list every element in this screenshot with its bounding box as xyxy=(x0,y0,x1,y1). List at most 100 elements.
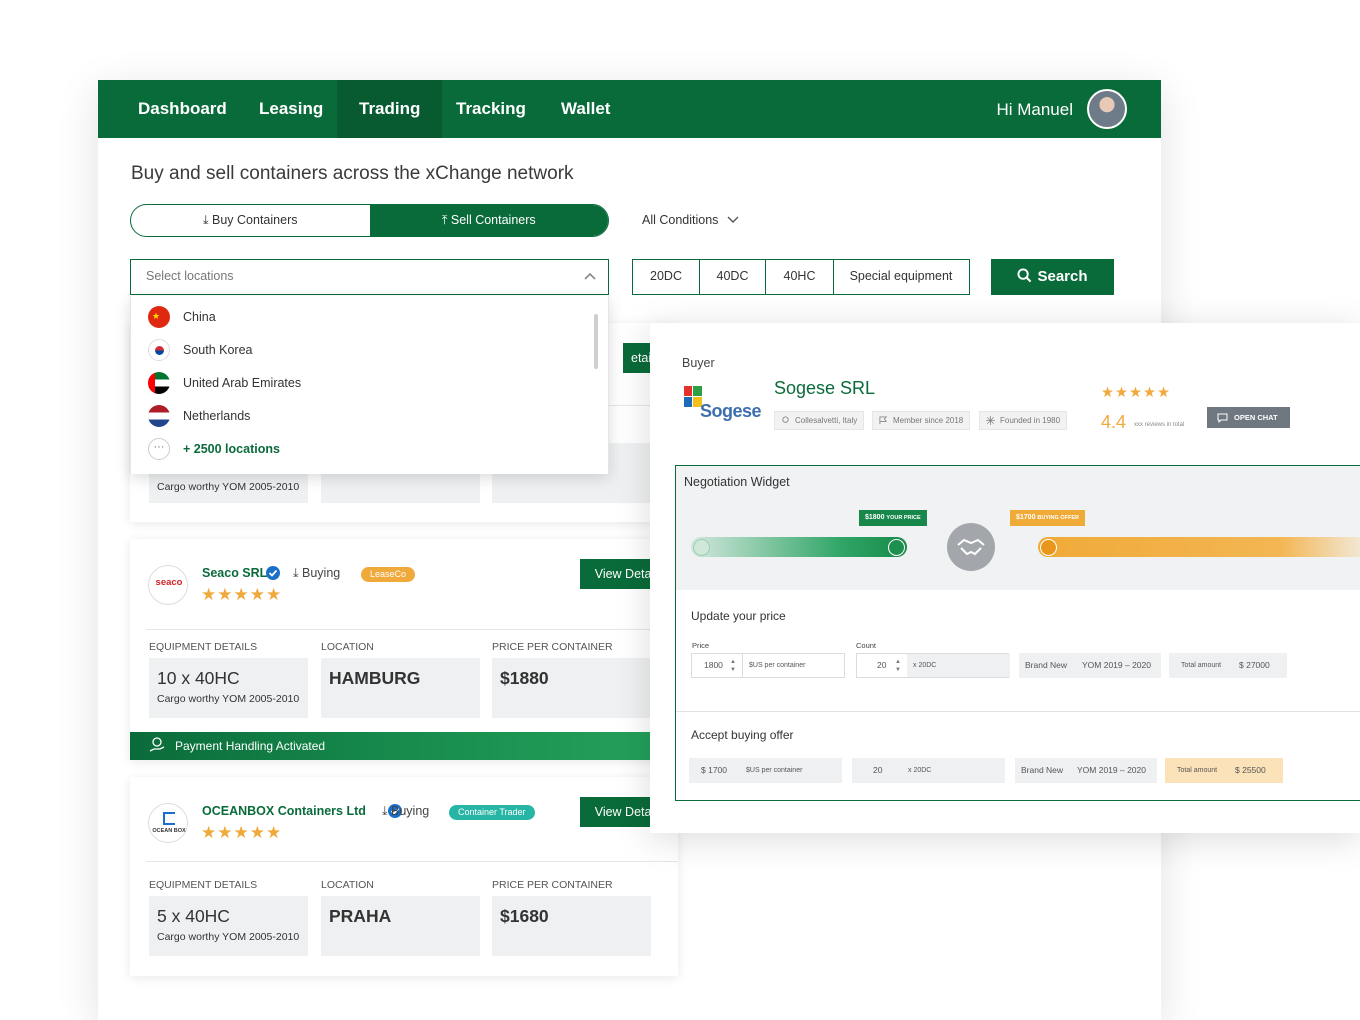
nav-wallet[interactable]: Wallet xyxy=(539,80,632,138)
offer-count-unit: x 20DC xyxy=(908,767,932,774)
offer-condition-value: Brand New xyxy=(1021,765,1064,775)
location-label: South Korea xyxy=(183,343,253,357)
conditions-dropdown[interactable]: All Conditions xyxy=(642,213,739,227)
offer-total-amount-field: Total amount $ 25500 xyxy=(1165,758,1283,783)
rating-stars: ★★★★★ xyxy=(201,823,283,842)
filter-40dc[interactable]: 40DC xyxy=(700,260,766,294)
offer-price-value: $1700 xyxy=(1016,514,1036,521)
hand-money-icon xyxy=(149,737,165,752)
equipment-subtext: Cargo worthy YOM 2005-2010 xyxy=(157,481,300,493)
filter-special-equipment[interactable]: Special equipment xyxy=(834,260,968,294)
your-price-handle[interactable] xyxy=(888,538,905,556)
china-flag-icon: ★ xyxy=(148,306,170,328)
handshake-icon xyxy=(947,523,995,571)
location-label: China xyxy=(183,310,216,324)
nav-leasing[interactable]: Leasing xyxy=(237,80,345,138)
upload-icon: ⤒ xyxy=(441,213,448,227)
price-input-value: 1800 xyxy=(704,660,723,670)
south-korea-flag-icon xyxy=(148,339,170,361)
count-input-value: 20 xyxy=(877,660,887,670)
total-amount-label: Total amount xyxy=(1181,662,1222,669)
download-icon: ⤓ xyxy=(382,804,388,818)
offer-price-field-value: $ 1700 xyxy=(701,765,727,775)
field-divider xyxy=(742,654,743,677)
more-locations-label: + 2500 locations xyxy=(183,442,280,456)
update-price-heading: Update your price xyxy=(691,609,786,623)
price-value: $1680 xyxy=(500,906,549,926)
equipment-details-box: 5 x 40HC Cargo worthy YOM 2005-2010 xyxy=(149,896,308,956)
top-navigation: Dashboard Leasing Trading Tracking Walle… xyxy=(98,80,1161,138)
nav-trading[interactable]: Trading xyxy=(337,80,443,138)
page-title: Buy and sell containers across the xChan… xyxy=(131,163,574,184)
price-stepper-icon[interactable]: ▲ ▼ xyxy=(730,654,736,674)
nav-tracking[interactable]: Tracking xyxy=(434,80,548,138)
uae-flag-icon xyxy=(148,372,170,394)
location-label: United Arab Emirates xyxy=(183,376,302,390)
sogese-logo: Sogese xyxy=(684,386,762,428)
open-chat-label: OPEN CHAT xyxy=(1234,413,1278,422)
price-input[interactable]: 1800 ▲ ▼ $US per container xyxy=(691,653,845,678)
sell-containers-tab[interactable]: ⤒ Sell Containers xyxy=(369,205,608,236)
chat-icon xyxy=(1217,413,1228,423)
your-price-tag: $1800 YOUR PRICE xyxy=(859,510,927,526)
location-box: HAMBURG xyxy=(321,658,480,718)
location-select[interactable]: Select locations xyxy=(130,259,609,295)
buying-offer-slider xyxy=(1038,537,1360,557)
price-unit: $US per container xyxy=(749,662,806,669)
offer-price-field: $ 1700 $US per container xyxy=(689,758,842,783)
your-price-value: $1800 xyxy=(865,514,885,521)
negotiation-widget: Negotiation Widget $1800 YOUR PRICE $170… xyxy=(675,465,1360,801)
price-header: PRICE PER CONTAINER xyxy=(492,641,613,653)
rating-stars: ★★★★★ xyxy=(201,585,283,604)
offer-total-label: Total amount xyxy=(1177,767,1218,774)
equipment-filter: 20DC 40DC 40HC Special equipment xyxy=(632,259,970,295)
flag-icon xyxy=(879,416,888,425)
dropdown-scrollbar[interactable] xyxy=(594,314,598,369)
buy-containers-tab[interactable]: ⤓ Buy Containers xyxy=(131,205,370,236)
slider-start-handle[interactable] xyxy=(693,538,710,556)
negotiation-widget-title: Negotiation Widget xyxy=(684,475,790,489)
total-amount-field: Total amount $ 27000 xyxy=(1169,653,1287,678)
more-icon: ··· xyxy=(148,438,170,460)
price-box: $1880 xyxy=(492,658,651,718)
buy-containers-label: Buy Containers xyxy=(212,213,298,227)
nav-dashboard[interactable]: Dashboard xyxy=(116,80,249,138)
oceanbox-logo-text: OCEAN BOX xyxy=(152,828,186,834)
condition-value: Brand New xyxy=(1025,660,1068,670)
price-box: $1680 xyxy=(492,896,651,956)
your-price-slider xyxy=(691,537,907,557)
price-value: $1880 xyxy=(500,668,549,688)
count-field-label: Count xyxy=(856,641,877,650)
offer-count-field: 20 x 20DC xyxy=(852,758,1005,783)
buyer-member-chip: Member since 2018 xyxy=(872,411,971,430)
user-avatar[interactable] xyxy=(1087,89,1127,129)
location-value: PRAHA xyxy=(329,906,392,926)
filter-40hc[interactable]: 40HC xyxy=(766,260,834,294)
seaco-logo: seaco xyxy=(148,565,188,605)
buyer-label: Buyer xyxy=(682,356,715,370)
offer-condition-field: Brand New YOM 2019 – 2020 xyxy=(1015,758,1157,783)
buy-sell-toggle: ⤓ Buy Containers ⤒ Sell Containers xyxy=(130,204,609,237)
filter-20dc[interactable]: 20DC xyxy=(633,260,700,294)
buying-label: Buying xyxy=(391,804,430,818)
payment-handling-label: Payment Handling Activated xyxy=(175,739,326,753)
open-chat-button[interactable]: OPEN CHAT xyxy=(1207,407,1290,428)
count-input[interactable]: 20 ▲ ▼ x 20DC xyxy=(856,653,1010,678)
payment-handling-banner: Payment Handling Activated xyxy=(130,732,650,760)
count-stepper-icon[interactable]: ▲ ▼ xyxy=(895,654,901,674)
buyer-name[interactable]: Sogese SRL xyxy=(774,378,875,399)
buying-offer-handle[interactable] xyxy=(1040,538,1057,556)
search-button[interactable]: Search xyxy=(991,259,1114,295)
equipment-details-header: EQUIPMENT DETAILS xyxy=(149,641,258,653)
buyer-review-count: xxx reviews in total xyxy=(1134,422,1185,428)
location-label: Netherlands xyxy=(183,409,251,423)
company-name[interactable]: Seaco SRL xyxy=(202,566,267,580)
seaco-logo-text: seaco xyxy=(155,577,183,588)
company-name[interactable]: OCEANBOX Containers Ltd xyxy=(202,804,366,818)
accept-offer-heading: Accept buying offer xyxy=(691,728,794,742)
negotiation-panel: Buyer Sogese Sogese SRL Collesalvetti, I… xyxy=(650,323,1360,833)
chevron-down-icon xyxy=(727,216,739,223)
equipment-value: 10 x 40HC xyxy=(157,668,240,688)
location-box: PRAHA xyxy=(321,896,480,956)
yom-value: YOM 2019 – 2020 xyxy=(1082,660,1151,670)
